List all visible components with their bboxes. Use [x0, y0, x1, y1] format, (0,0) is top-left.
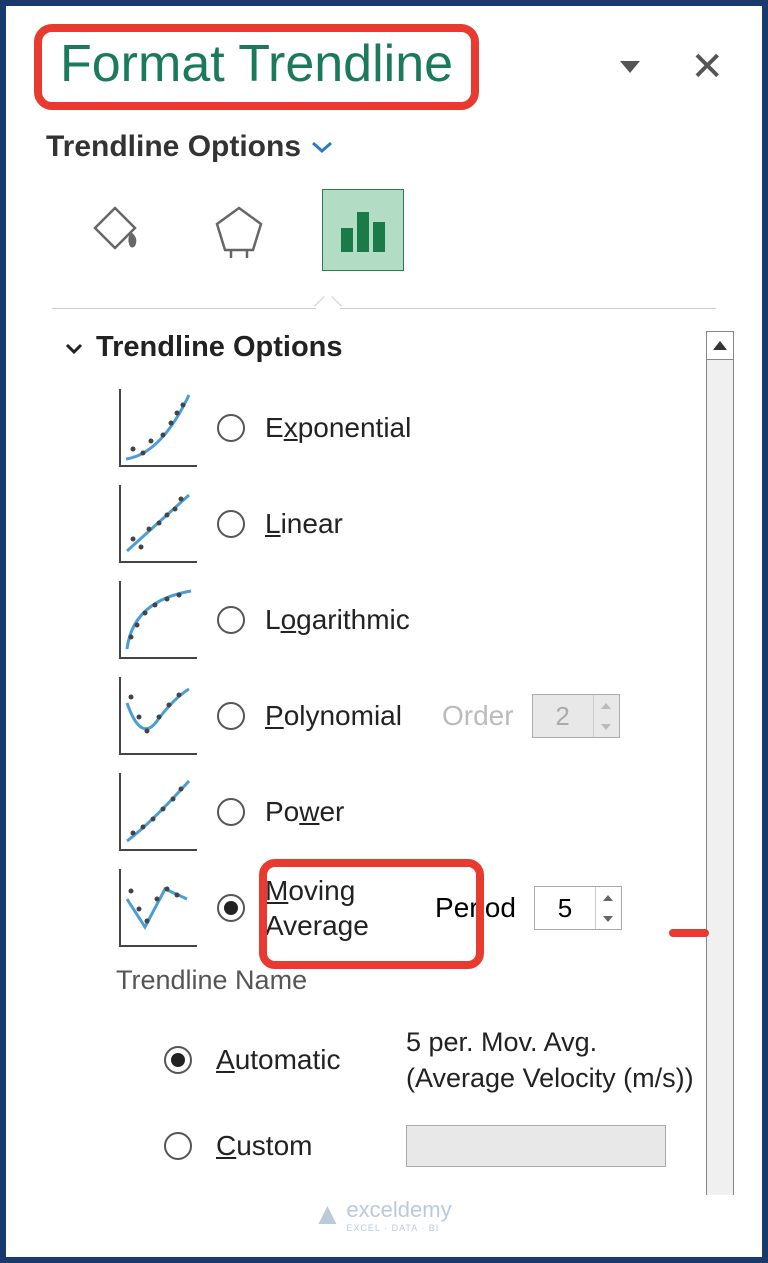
highlight-period-value	[669, 929, 709, 937]
paint-bucket-icon	[87, 202, 143, 258]
scroll-up-button[interactable]	[707, 332, 733, 360]
period-down[interactable]	[596, 908, 621, 929]
label-linear: Linear	[265, 508, 343, 540]
vertical-scrollbar[interactable]	[706, 331, 734, 1195]
power-icon	[119, 773, 197, 851]
name-automatic-row[interactable]: Automatic 5 per. Mov. Avg. (Average Velo…	[64, 1024, 696, 1097]
arrow-up-icon	[713, 341, 727, 350]
option-linear[interactable]: Linear	[119, 485, 696, 563]
trendline-options-tab[interactable]	[322, 189, 404, 271]
effects-tab[interactable]	[198, 189, 280, 271]
label-polynomial: Polynomial	[265, 700, 402, 732]
watermark: exceldemy EXCEL · DATA · BI	[316, 1197, 451, 1233]
order-label: Order	[442, 700, 514, 732]
radio-moving-average[interactable]	[217, 894, 245, 922]
radio-linear[interactable]	[217, 510, 245, 538]
chevron-down-icon	[64, 341, 84, 355]
label-moving-average: MovingAverage	[265, 873, 395, 943]
radio-polynomial[interactable]	[217, 702, 245, 730]
linear-icon	[119, 485, 197, 563]
label-automatic: Automatic	[216, 1044, 406, 1076]
fill-line-tab[interactable]	[74, 189, 156, 271]
divider	[52, 308, 716, 309]
pane-title: Format Trendline	[60, 35, 453, 93]
radio-exponential[interactable]	[217, 414, 245, 442]
order-up	[594, 695, 619, 716]
option-logarithmic[interactable]: Logarithmic	[119, 581, 696, 659]
automatic-name-value: 5 per. Mov. Avg. (Average Velocity (m/s)…	[406, 1024, 696, 1097]
radio-automatic[interactable]	[164, 1046, 192, 1074]
order-down	[594, 716, 619, 737]
period-spinner[interactable]: 5	[534, 886, 622, 930]
period-label: Period	[435, 892, 516, 924]
label-power: Power	[265, 796, 344, 828]
label-custom: Custom	[216, 1130, 406, 1162]
label-logarithmic: Logarithmic	[265, 604, 410, 636]
option-exponential[interactable]: Exponential	[119, 389, 696, 467]
period-up[interactable]	[596, 887, 621, 908]
radio-logarithmic[interactable]	[217, 606, 245, 634]
trendline-name-label: Trendline Name	[116, 965, 696, 996]
period-value[interactable]: 5	[535, 887, 595, 929]
order-spinner: 2	[532, 694, 620, 738]
radio-power[interactable]	[217, 798, 245, 826]
label-exponential: Exponential	[265, 412, 411, 444]
section-toggle[interactable]: Trendline Options	[64, 331, 696, 364]
name-custom-row[interactable]: Custom	[64, 1125, 696, 1167]
radio-custom[interactable]	[164, 1132, 192, 1160]
logarithmic-icon	[119, 581, 197, 659]
exponential-icon	[119, 389, 197, 467]
moving-average-icon	[119, 869, 197, 947]
pane-options-dropdown[interactable]	[620, 61, 640, 73]
custom-name-input[interactable]	[406, 1125, 666, 1167]
subtitle-dropdown[interactable]	[311, 140, 333, 154]
close-pane-button[interactable]: ✕	[690, 47, 724, 87]
pane-subtitle: Trendline Options	[46, 130, 301, 164]
option-power[interactable]: Power	[119, 773, 696, 851]
pentagon-icon	[211, 202, 267, 258]
bar-chart-icon	[335, 202, 391, 258]
pane-title-highlight: Format Trendline	[34, 24, 479, 110]
polynomial-icon	[119, 677, 197, 755]
section-title: Trendline Options	[96, 331, 343, 364]
option-moving-average[interactable]: MovingAverage Period 5	[119, 869, 696, 947]
order-value: 2	[533, 695, 593, 737]
option-polynomial[interactable]: Polynomial Order 2	[119, 677, 696, 755]
